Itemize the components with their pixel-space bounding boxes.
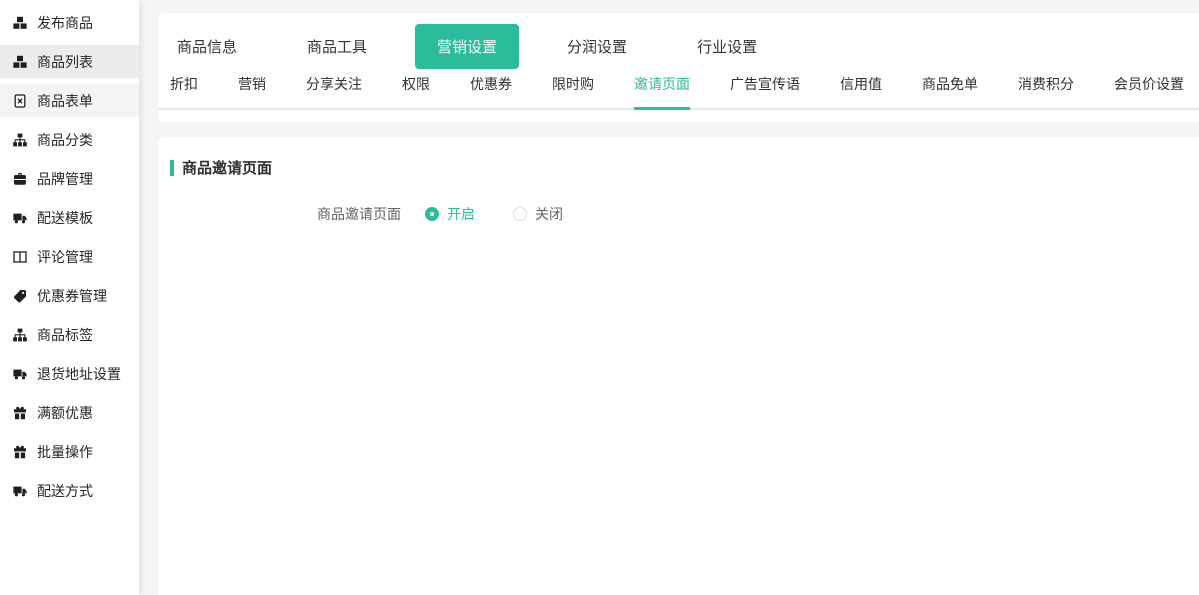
secondary-tab[interactable]: 权限 <box>402 74 430 108</box>
radio-circle[interactable] <box>425 207 439 221</box>
sidebar-item[interactable]: 优惠券管理 <box>0 279 139 312</box>
primary-tab-label: 营销设置 <box>437 39 497 56</box>
truck-icon <box>13 211 27 225</box>
sidebar-item[interactable]: 评论管理 <box>0 240 139 273</box>
secondary-tab[interactable]: 营销 <box>238 74 266 108</box>
cubes-icon <box>13 55 27 69</box>
truck-icon <box>13 367 27 381</box>
sidebar-item[interactable]: 发布商品 <box>0 6 139 39</box>
radio-option[interactable]: 开启 <box>425 204 475 224</box>
form-label: 商品邀请页面 <box>158 204 413 224</box>
sidebar-item-label: 配送模板 <box>37 208 93 228</box>
secondary-tab[interactable]: 优惠券 <box>470 74 512 108</box>
secondary-tab[interactable]: 邀请页面 <box>634 74 690 108</box>
sidebar-item-label: 商品分类 <box>37 130 93 150</box>
primary-tab[interactable]: 分润设置 <box>567 36 627 57</box>
secondary-tab[interactable]: 消费积分 <box>1018 74 1074 108</box>
radio-label: 关闭 <box>535 204 563 224</box>
sidebar-item-label: 商品列表 <box>37 52 93 72</box>
radio-label: 开启 <box>447 204 475 224</box>
gift-icon <box>13 406 27 420</box>
secondary-tab[interactable]: 折扣 <box>170 74 198 108</box>
main-area: 商品信息 商品工具 营销设置 分润设置 行业设置 <box>139 0 1199 595</box>
secondary-tab-label: 分享关注 <box>306 76 362 92</box>
primary-tab-label: 商品工具 <box>307 39 367 56</box>
sidebar-item-label: 满额优惠 <box>37 403 93 423</box>
secondary-tab[interactable]: 分享关注 <box>306 74 362 108</box>
sitemap-icon <box>13 133 27 147</box>
gift-icon <box>13 445 27 459</box>
radio-circle[interactable] <box>513 207 527 221</box>
sitemap-icon <box>13 328 27 342</box>
sidebar-item[interactable]: 商品表单 <box>0 84 139 117</box>
secondary-tab[interactable]: 商品免单 <box>922 74 978 108</box>
content-card: 商品邀请页面 商品邀请页面 开启 关闭 <box>158 137 1199 595</box>
primary-tab-label: 分润设置 <box>567 39 627 56</box>
secondary-tab-label: 消费积分 <box>1018 76 1074 92</box>
truck-icon <box>13 484 27 498</box>
primary-tab-label: 商品信息 <box>177 39 237 56</box>
sidebar-item[interactable]: 配送方式 <box>0 474 139 507</box>
secondary-tab[interactable]: 广告宣传语 <box>730 74 800 108</box>
sidebar-item[interactable]: 商品分类 <box>0 123 139 156</box>
columns-icon <box>13 250 27 264</box>
radio-option[interactable]: 关闭 <box>513 204 563 224</box>
section-accent-bar <box>170 160 174 176</box>
secondary-tab-label: 折扣 <box>170 76 198 92</box>
secondary-tab-label: 商品免单 <box>922 76 978 92</box>
sidebar-item[interactable]: 商品列表 <box>0 45 139 78</box>
cubes-icon <box>13 16 27 30</box>
sidebar-item[interactable]: 满额优惠 <box>0 396 139 429</box>
sidebar-item[interactable]: 退货地址设置 <box>0 357 139 390</box>
primary-tab[interactable]: 营销设置 <box>415 24 519 69</box>
primary-tab[interactable]: 行业设置 <box>697 36 757 57</box>
secondary-tab[interactable]: 会员价设置 <box>1114 74 1184 108</box>
secondary-tab-label: 营销 <box>238 76 266 92</box>
primary-tab[interactable]: 商品信息 <box>177 36 237 57</box>
section-title: 商品邀请页面 <box>182 157 272 178</box>
secondary-tabs: 折扣 营销 分享关注 权限 优惠券 限时购 <box>158 66 1199 110</box>
sidebar-item-label: 优惠券管理 <box>37 286 107 306</box>
sidebar-item[interactable]: 品牌管理 <box>0 162 139 195</box>
sidebar-item-label: 配送方式 <box>37 481 93 501</box>
secondary-tab-label: 邀请页面 <box>634 76 690 92</box>
secondary-tab-label: 权限 <box>402 76 430 92</box>
secondary-tab-label: 信用值 <box>840 76 882 92</box>
file-x-icon <box>13 94 27 108</box>
briefcase-icon <box>13 172 27 186</box>
sidebar-item-label: 商品标签 <box>37 325 93 345</box>
primary-tabs: 商品信息 商品工具 营销设置 分润设置 行业设置 <box>158 26 1199 66</box>
section-header: 商品邀请页面 <box>158 157 1199 178</box>
secondary-tab-label: 优惠券 <box>470 76 512 92</box>
tag-icon <box>13 289 27 303</box>
secondary-tab[interactable]: 限时购 <box>552 74 594 108</box>
sidebar-item-label: 批量操作 <box>37 442 93 462</box>
sidebar-item-label: 评论管理 <box>37 247 93 267</box>
secondary-tab-label: 限时购 <box>552 76 594 92</box>
app: { "colors": { "accent": "#2bbc9c", "tab_… <box>0 0 1199 595</box>
primary-tab-label: 行业设置 <box>697 39 757 56</box>
sidebar-item-label: 发布商品 <box>37 13 93 33</box>
primary-tab[interactable]: 商品工具 <box>307 36 367 57</box>
sidebar-item[interactable]: 批量操作 <box>0 435 139 468</box>
sidebar-item-label: 退货地址设置 <box>37 364 121 384</box>
sidebar-item[interactable]: 配送模板 <box>0 201 139 234</box>
secondary-tab-label: 广告宣传语 <box>730 76 800 92</box>
sidebar-item-label: 品牌管理 <box>37 169 93 189</box>
sidebar-item-label: 商品表单 <box>37 91 93 111</box>
tabs-panel: 商品信息 商品工具 营销设置 分润设置 行业设置 <box>158 13 1199 122</box>
secondary-tab[interactable]: 信用值 <box>840 74 882 108</box>
sidebar: 发布商品 商品列表 商品表单 商品分类 <box>0 0 139 595</box>
sidebar-item[interactable]: 商品标签 <box>0 318 139 351</box>
invite-page-setting-row: 商品邀请页面 开启 关闭 <box>158 204 1199 224</box>
secondary-tab-label: 会员价设置 <box>1114 76 1184 92</box>
radio-group: 开启 关闭 <box>425 204 563 224</box>
